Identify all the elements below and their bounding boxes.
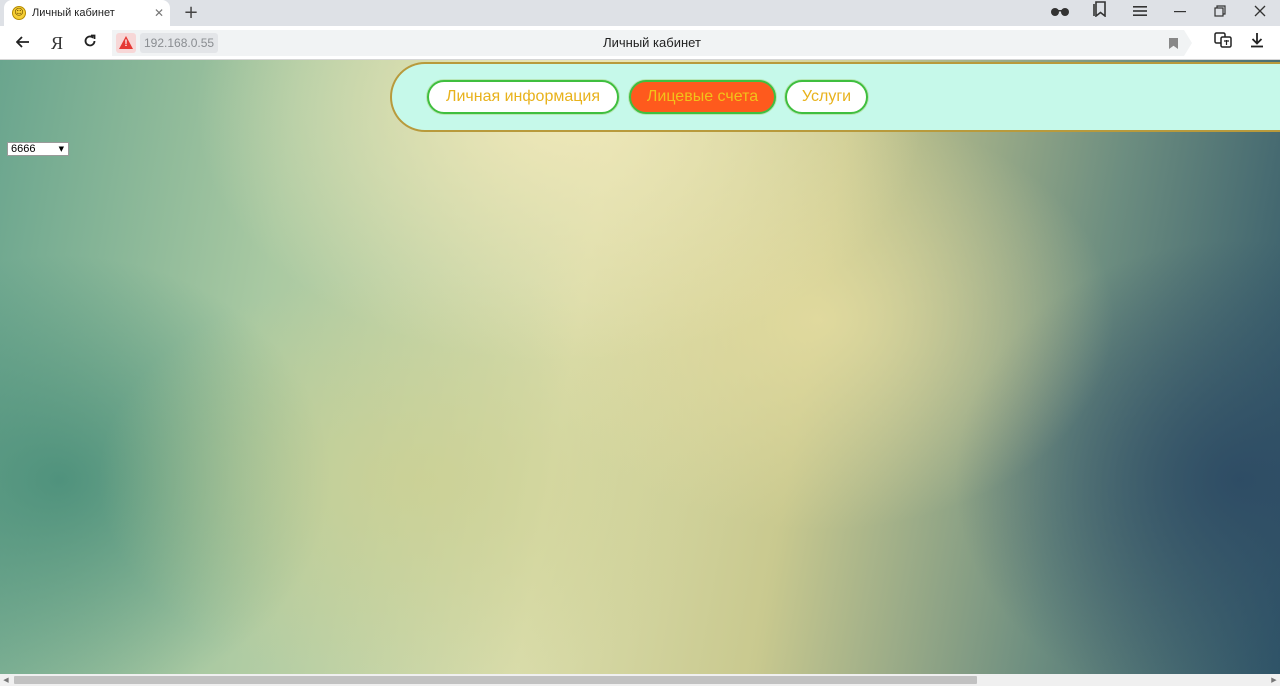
scroll-left-icon[interactable]: ◀ (0, 674, 12, 686)
reload-icon[interactable] (77, 31, 103, 55)
tab-title: Личный кабинет (32, 7, 115, 19)
minimize-icon[interactable] (1160, 0, 1200, 26)
address-page-title: Личный кабинет (603, 35, 701, 50)
tab-bar: ☺ Личный кабинет ✕ + (0, 0, 1280, 26)
nav-personal-info-button[interactable]: Личная информация (427, 80, 619, 114)
address-ip: 192.168.0.55 (140, 33, 219, 53)
yandex-icon[interactable]: Я (44, 31, 70, 55)
account-select-value: 6666 (11, 143, 36, 155)
smiley-favicon-icon: ☺ (12, 6, 26, 20)
close-icon[interactable] (1240, 0, 1280, 26)
new-tab-button[interactable]: + (180, 2, 202, 24)
browser-tab[interactable]: ☺ Личный кабинет ✕ (4, 0, 170, 26)
page-content: Личная информация Лицевые счета Услуги 6… (0, 60, 1280, 674)
nav-services-button[interactable]: Услуги (785, 80, 868, 114)
bookmark-icon[interactable] (1169, 38, 1178, 49)
dropdown-arrow-icon: ▼ (58, 145, 64, 153)
horizontal-scrollbar[interactable]: ◀ ▶ (0, 674, 1280, 686)
address-bar[interactable]: ! 192.168.0.55 Личный кабинет (112, 30, 1192, 56)
back-arrow-icon[interactable] (10, 31, 36, 55)
account-select[interactable]: 6666 ▼ (7, 142, 69, 156)
restore-icon[interactable] (1200, 0, 1240, 26)
nav-accounts-button[interactable]: Лицевые счета (629, 80, 776, 114)
browser-toolbar: Я ! 192.168.0.55 Личный кабинет (0, 26, 1280, 60)
menu-icon[interactable] (1120, 0, 1160, 26)
tab-close-icon[interactable]: ✕ (154, 6, 164, 20)
collections-icon[interactable] (1080, 0, 1120, 26)
scrollbar-thumb[interactable] (14, 676, 977, 684)
glasses-icon[interactable] (1040, 0, 1080, 26)
warning-icon[interactable]: ! (116, 33, 136, 53)
download-icon[interactable] (1244, 31, 1270, 55)
navigation-panel: Личная информация Лицевые счета Услуги (390, 62, 1280, 132)
translate-icon[interactable] (1210, 31, 1236, 55)
scroll-right-icon[interactable]: ▶ (1268, 674, 1280, 686)
